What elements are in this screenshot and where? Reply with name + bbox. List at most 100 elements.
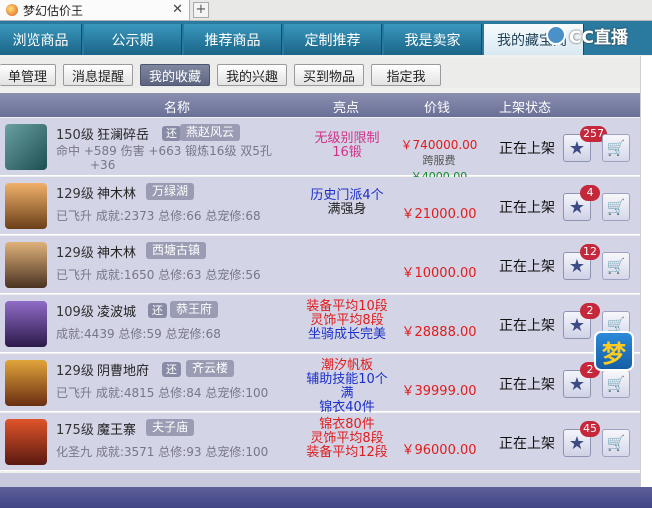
- server-zone: 齐云楼: [186, 360, 235, 377]
- browser-tab-title: 梦幻估价王: [23, 3, 84, 18]
- bottom-strip: [0, 487, 652, 508]
- favorite-count-badge: 45: [580, 421, 600, 437]
- app-window: { "browser": { "tab_title": "梦幻估价王", "cl…: [0, 0, 652, 508]
- header-price: 价钱: [424, 101, 451, 116]
- table-row[interactable]: 175级 魔王寨 夫子庙 化圣九 成就:3571 总修:93 总宠修:100 锦…: [0, 413, 640, 471]
- highlight-line: 灵饰平均8段: [310, 431, 384, 446]
- role-level: 129级: [56, 364, 94, 379]
- role-level: 129级: [56, 187, 94, 202]
- tab-notice-period[interactable]: 公示期: [84, 24, 182, 55]
- cc-logo-icon: [546, 25, 566, 45]
- returning-badge: 还: [148, 303, 167, 318]
- listing-status: 正在上架: [499, 259, 555, 275]
- table-row[interactable]: 150级 狂澜碎岳 还 燕赵风云 命中 +589 伤害 +663 锻炼16级 双…: [0, 118, 640, 183]
- item-list: 150级 狂澜碎岳 还 燕赵风云 命中 +589 伤害 +663 锻炼16级 双…: [0, 118, 640, 473]
- highlight-line: 锦衣80件: [319, 417, 375, 432]
- subtab-favorites[interactable]: 我的收藏: [140, 64, 210, 86]
- price: ￥10000.00: [401, 266, 477, 281]
- sub-nav: 单管理 消息提醒 我的收藏 我的兴趣 买到物品 指定我: [0, 58, 652, 88]
- tab-seller[interactable]: 我是卖家: [384, 24, 482, 55]
- listing-status: 正在上架: [499, 436, 555, 452]
- avatar: [5, 360, 47, 406]
- listing-status: 正在上架: [499, 377, 555, 393]
- avatar: [5, 183, 47, 229]
- highlight: 锦衣80件 灵饰平均8段 装备平均12段: [300, 418, 394, 460]
- avatar: [5, 242, 47, 288]
- highlight-line: 历史门派4个: [310, 188, 384, 203]
- close-icon[interactable]: ✕: [172, 2, 183, 17]
- highlight-line: 无级别限制: [314, 131, 380, 146]
- right-scrollbar[interactable]: [640, 56, 652, 487]
- role-stats: 命中 +589 伤害 +663 锻炼16级 双5孔: [56, 144, 272, 158]
- role-stats: 已飞升 成就:2373 总修:66 总宠修:68: [56, 209, 261, 223]
- highlight-line: 装备平均12段: [306, 445, 388, 460]
- highlight: 装备平均10段 灵饰平均8段 坐骑成长完美: [300, 300, 394, 342]
- highlight: 潮汐帆板 辅助技能10个满 锦衣40件: [300, 359, 394, 415]
- cart-icon[interactable]: 🛒: [602, 252, 630, 280]
- tab-recommended[interactable]: 推荐商品: [184, 24, 282, 55]
- cart-icon[interactable]: 🛒: [602, 370, 630, 398]
- cart-icon[interactable]: 🛒: [602, 193, 630, 221]
- server-zone: 燕赵风云: [180, 124, 241, 141]
- highlight: 无级别限制 16锻: [300, 132, 394, 160]
- returning-badge: 还: [162, 362, 181, 377]
- highlight-line: 灵饰平均8段: [310, 313, 384, 328]
- cart-icon[interactable]: 🛒: [602, 134, 630, 162]
- watermark-text: CC直播: [569, 27, 628, 48]
- fee-label: 跨服费: [422, 154, 456, 167]
- server-zone: 万绿湖: [146, 183, 195, 200]
- price: ￥96000.00: [401, 443, 477, 458]
- server-zone: 西塘古镇: [146, 242, 207, 259]
- table-row[interactable]: 129级 神木林 西塘古镇 已飞升 成就:1650 总修:63 总宠修:56 ￥…: [0, 236, 640, 294]
- highlight: 历史门派4个 满强身: [300, 189, 394, 217]
- header-name: 名称: [164, 101, 191, 116]
- watermark: CC直播: [546, 22, 628, 48]
- cart-icon[interactable]: 🛒: [602, 429, 630, 457]
- subtab-order-manage[interactable]: 单管理: [0, 64, 56, 86]
- app-favicon-icon: [6, 4, 18, 16]
- new-tab-button[interactable]: +: [193, 2, 209, 18]
- role-school: 狂澜碎岳: [97, 128, 150, 143]
- listing-status: 正在上架: [499, 200, 555, 216]
- server-zone: 恭王府: [170, 301, 219, 318]
- browser-tab[interactable]: 梦幻估价王 ✕: [0, 0, 190, 21]
- subtab-assigned-to-me[interactable]: 指定我: [371, 64, 441, 86]
- price: ￥39999.00: [401, 384, 477, 399]
- role-school: 神木林: [97, 246, 137, 261]
- tab-custom-recommend[interactable]: 定制推荐: [284, 24, 382, 55]
- price: ￥21000.00: [401, 207, 477, 222]
- role-school: 凌波城: [97, 305, 137, 320]
- list-footer: [0, 473, 640, 487]
- highlight-line: 坐骑成长完美: [307, 327, 386, 342]
- favorite-count-badge: 4: [580, 185, 600, 201]
- game-launcher-icon[interactable]: 梦: [594, 331, 634, 371]
- highlight-line: 16锻: [332, 145, 362, 160]
- listing-status: 正在上架: [499, 141, 555, 157]
- role-stats: 化圣九 成就:3571 总修:93 总宠修:100: [56, 445, 269, 459]
- avatar: [5, 301, 47, 347]
- highlight-line: 满强身: [327, 202, 367, 217]
- server-zone: 夫子庙: [146, 419, 195, 436]
- price: ￥740000.00: [400, 138, 478, 152]
- browser-tabstrip: 梦幻估价王 ✕ +: [0, 0, 652, 21]
- returning-badge: 还: [162, 126, 181, 141]
- price: ￥28888.00: [401, 325, 477, 340]
- highlight-line: 装备平均10段: [306, 299, 388, 314]
- subtab-messages[interactable]: 消息提醒: [63, 64, 133, 86]
- listing-status: 正在上架: [499, 318, 555, 334]
- table-header: 名称 亮点 价钱 上架状态: [0, 93, 640, 117]
- role-school: 阴曹地府: [97, 364, 150, 379]
- subtab-interests[interactable]: 我的兴趣: [217, 64, 287, 86]
- role-level: 109级: [56, 305, 94, 320]
- role-school: 神木林: [97, 187, 137, 202]
- highlight-line: 辅助技能10个满: [306, 372, 388, 401]
- table-row[interactable]: 109级 凌波城 还 恭王府 成就:4439 总修:59 总宠修:68 装备平均…: [0, 295, 640, 353]
- table-row[interactable]: 129级 神木林 万绿湖 已飞升 成就:2373 总修:66 总宠修:68 历史…: [0, 177, 640, 235]
- table-row[interactable]: 129级 阴曹地府 还 齐云楼 已飞升 成就:4815 总修:84 总宠修:10…: [0, 354, 640, 415]
- tab-browse[interactable]: 浏览商品: [0, 24, 82, 55]
- header-highlight: 亮点: [333, 101, 360, 116]
- subtab-purchased[interactable]: 买到物品: [294, 64, 364, 86]
- highlight-line: 潮汐帆板: [320, 358, 373, 373]
- avatar: [5, 419, 47, 465]
- role-school: 魔王寨: [97, 423, 137, 438]
